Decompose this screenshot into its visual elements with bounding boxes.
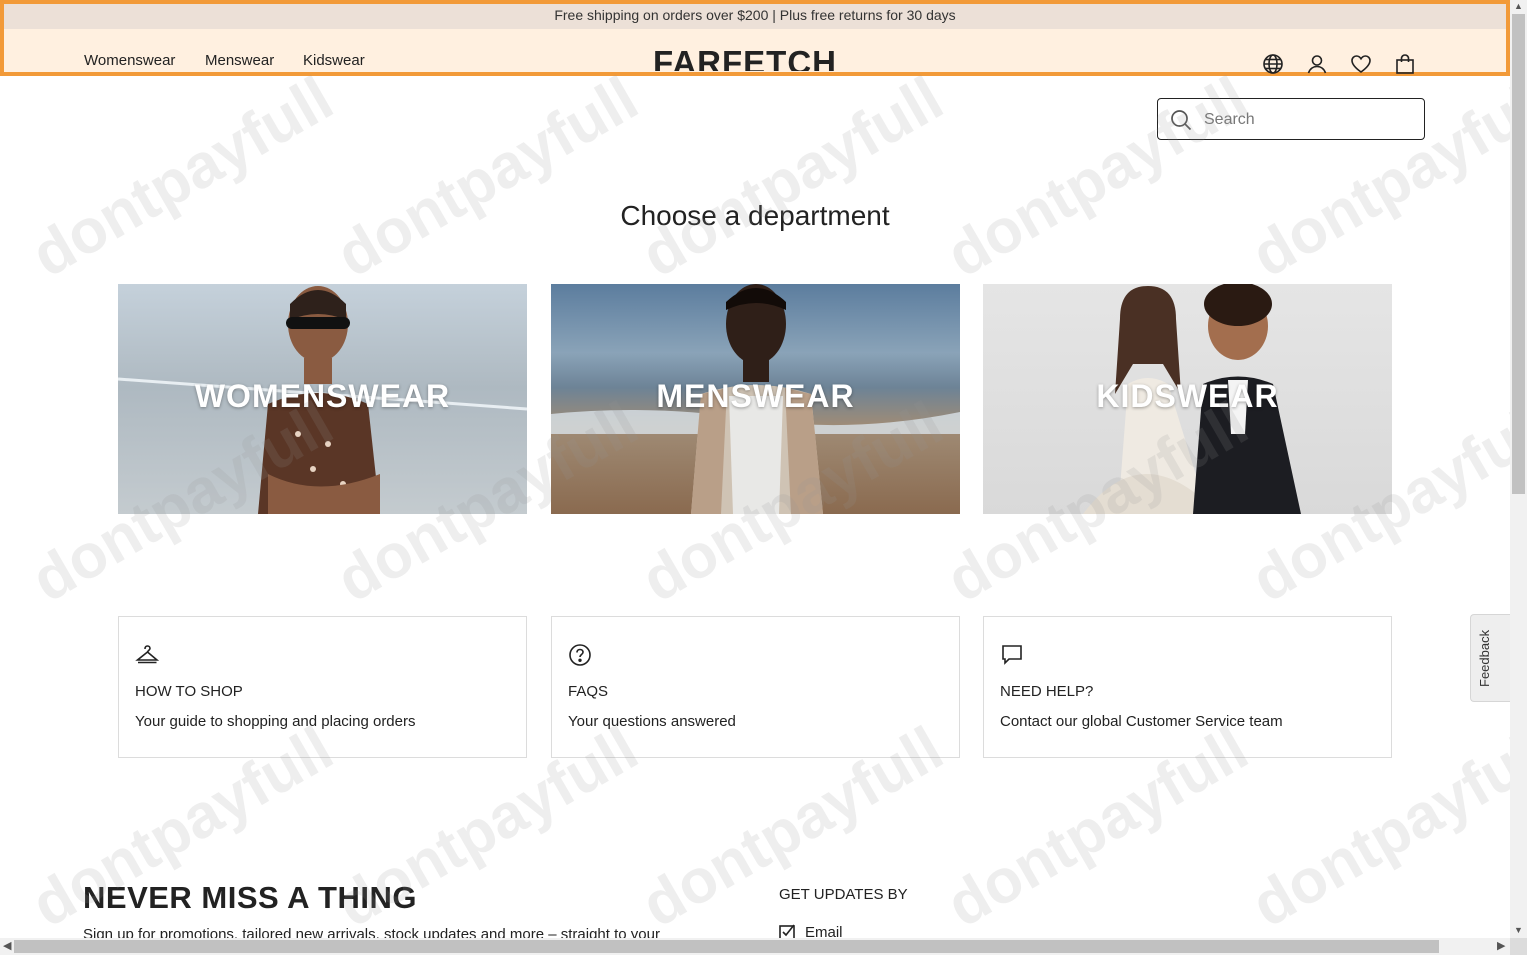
scroll-up-arrow-icon[interactable]: ▲ <box>1514 1 1523 11</box>
scroll-down-arrow-icon[interactable]: ▼ <box>1514 925 1523 935</box>
question-circle-icon <box>569 644 591 666</box>
search-input[interactable] <box>1202 107 1416 133</box>
help-card-description: Your guide to shopping and placing order… <box>135 713 416 730</box>
nav-kidswear[interactable]: Kidswear <box>303 52 365 69</box>
nav-menswear[interactable]: Menswear <box>205 52 274 69</box>
updates-title: GET UPDATES BY <box>779 886 908 903</box>
department-label-menswear: MENSWEAR <box>656 378 855 414</box>
help-card-how-to-shop[interactable]: HOW TO SHOP Your guide to shopping and p… <box>118 616 527 758</box>
vertical-scroll-thumb[interactable] <box>1512 14 1525 494</box>
help-card-description: Your questions answered <box>568 713 736 730</box>
help-card-title: HOW TO SHOP <box>135 683 243 700</box>
help-card-need-help[interactable]: NEED HELP? Contact our global Customer S… <box>983 616 1392 758</box>
horizontal-scrollbar[interactable]: ◀ ▶ <box>0 938 1510 955</box>
department-card-womenswear[interactable]: WOMENSWEAR <box>118 284 527 514</box>
newsletter-title: NEVER MISS A THING <box>83 880 417 915</box>
checkbox-checked-icon <box>779 924 795 938</box>
department-label-kidswear: KIDSWEAR <box>1096 378 1279 414</box>
help-card-faqs[interactable]: FAQS Your questions answered <box>551 616 960 758</box>
feedback-label: Feedback <box>1477 629 1492 687</box>
department-label-womenswear: WOMENSWEAR <box>194 378 451 414</box>
chat-bubble-icon <box>1002 645 1022 665</box>
account-icon[interactable] <box>1306 53 1328 75</box>
help-card-title: NEED HELP? <box>1000 683 1094 700</box>
watermark-text: dontpayfull <box>630 63 955 291</box>
department-card-kidswear[interactable]: KIDSWEAR <box>983 284 1392 514</box>
vertical-scrollbar[interactable]: ▲ ▼ <box>1510 0 1527 938</box>
scroll-left-arrow-icon[interactable]: ◀ <box>3 939 11 952</box>
globe-icon[interactable] <box>1262 53 1284 75</box>
watermark-text: dontpayfull <box>20 63 345 291</box>
watermark-text: dontpayfull <box>325 63 650 291</box>
scrollbar-corner <box>1510 938 1527 955</box>
help-card-title: FAQS <box>568 683 609 700</box>
page: Free shipping on orders over $200 | Plus… <box>0 0 1510 938</box>
departments-title: Choose a department <box>620 200 890 231</box>
hanger-icon <box>135 645 159 664</box>
scroll-right-arrow-icon[interactable]: ▶ <box>1497 939 1505 952</box>
farfetch-logo[interactable]: FARFETCH <box>653 45 837 71</box>
search-box[interactable] <box>1157 98 1425 140</box>
department-card-menswear[interactable]: MENSWEAR <box>551 284 960 514</box>
promo-text: Free shipping on orders over $200 | Plus… <box>554 7 956 23</box>
shopping-bag-icon[interactable] <box>1394 53 1416 75</box>
email-checkbox-label: Email <box>805 924 843 938</box>
wishlist-heart-icon[interactable] <box>1350 53 1372 75</box>
newsletter-text: Sign up for promotions, tailored new arr… <box>83 926 660 938</box>
help-card-description: Contact our global Customer Service team <box>1000 713 1283 730</box>
search-icon <box>1171 110 1192 131</box>
promo-bar[interactable]: Free shipping on orders over $200 | Plus… <box>4 4 1506 29</box>
nav-womenswear[interactable]: Womenswear <box>84 52 175 69</box>
horizontal-scroll-thumb[interactable] <box>14 940 1439 953</box>
feedback-tab[interactable]: Feedback <box>1470 614 1510 702</box>
